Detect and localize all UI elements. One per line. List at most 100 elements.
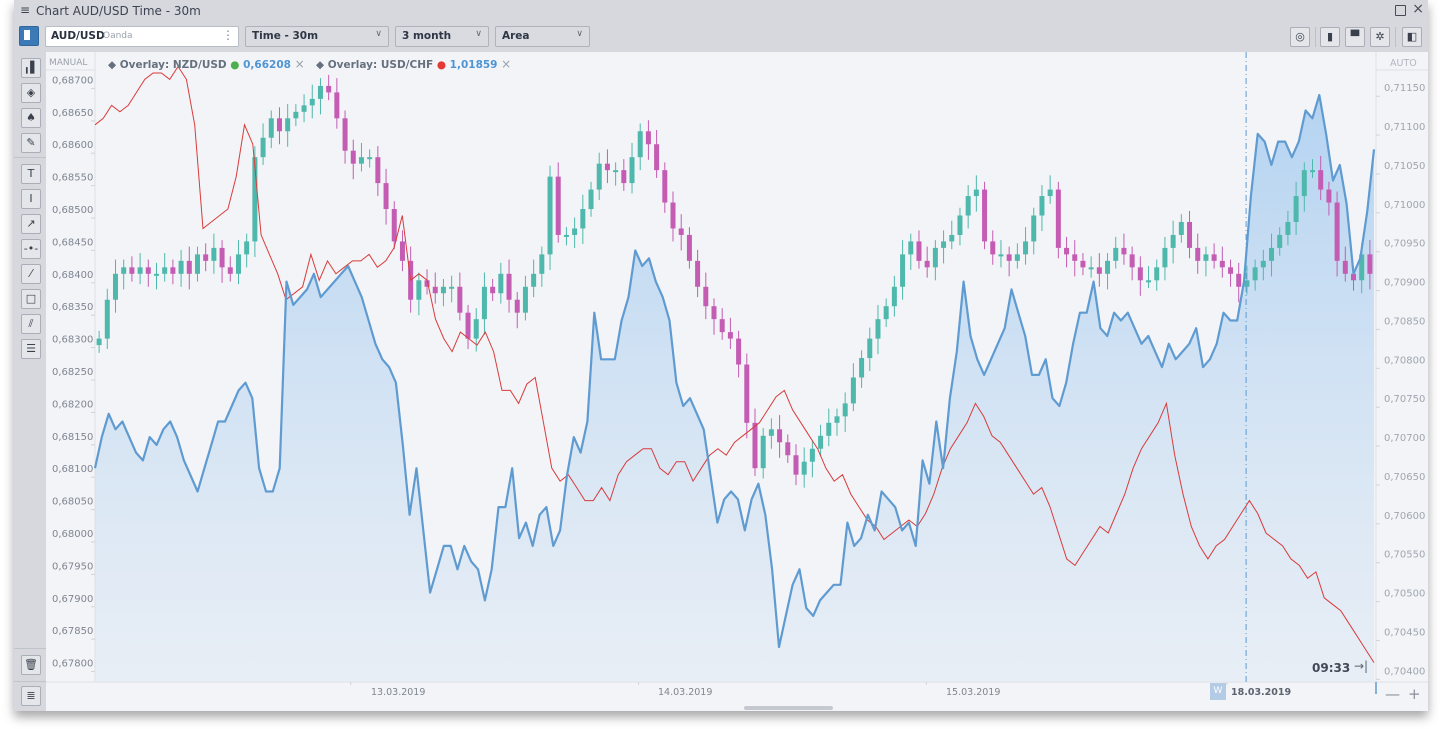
candle-body (162, 267, 168, 274)
left-axis-tick-label: 0,68000 (52, 529, 93, 540)
right-axis-tick-label: 0,71050 (1384, 161, 1425, 172)
price-chart[interactable]: 0,68700 0,68650 0,68600 0,68550 0,68500 0,684… (46, 52, 1428, 711)
right-axis-tick-label: 0,71150 (1384, 83, 1425, 94)
candle-body (1310, 170, 1316, 173)
candle-body (104, 299, 110, 339)
candle-body (965, 196, 971, 216)
candle-body (1014, 254, 1020, 261)
candle-body (506, 273, 512, 300)
maximize-icon[interactable] (1395, 5, 1406, 16)
trash-icon[interactable]: 🗑 (21, 655, 41, 675)
x-tick-label: 15.03.2019 (946, 687, 1001, 698)
rectangle-icon[interactable]: □ (21, 289, 41, 309)
panel-toggle-icon[interactable]: ◧ (1402, 27, 1422, 47)
text-icon[interactable]: T (21, 164, 41, 184)
zoom-in-button[interactable]: + (1408, 685, 1421, 703)
pencil-icon[interactable]: ✎ (21, 133, 41, 153)
candle-body (244, 241, 250, 255)
layers-icon[interactable]: ◈ (21, 83, 41, 103)
overlay-value: 1,01859 (449, 59, 498, 71)
candle-body (580, 209, 586, 229)
zoom-out-button[interactable]: — (1385, 685, 1400, 703)
candle-body (908, 241, 914, 255)
left-axis-tick-label: 0,68350 (52, 302, 93, 313)
timeframe-dropdown[interactable]: Time - 30m ∨ (245, 26, 389, 47)
panel-toggle-button[interactable] (19, 26, 39, 46)
close-icon[interactable]: × (1412, 1, 1424, 17)
candle-body (973, 189, 979, 197)
candle-body (1195, 247, 1201, 261)
left-axis-tick-label: 0,68200 (52, 399, 93, 410)
candle-body (1334, 202, 1340, 261)
symbol-input[interactable]: AUD/USD Oanda ⋮ (45, 26, 239, 47)
right-axis-tick-label: 0,70650 (1384, 472, 1425, 483)
candle-body (645, 131, 651, 145)
green-dot-icon: ● (230, 59, 244, 71)
candle-body (334, 92, 340, 119)
template-icon[interactable]: ▀ (1345, 27, 1365, 47)
layers-icon: ◆ (316, 59, 328, 71)
list-icon[interactable]: ≣ (21, 686, 41, 706)
right-axis-mode[interactable]: AUTO (1390, 58, 1417, 69)
candle-body (1252, 267, 1258, 281)
candle-body (1006, 254, 1012, 261)
remove-overlay-icon[interactable]: × (501, 57, 511, 71)
chart-search-icon[interactable]: ◎ (1290, 27, 1310, 47)
candle-body (670, 202, 676, 229)
candle-body (481, 286, 487, 320)
vertical-dots-icon[interactable]: ⋮ (222, 28, 234, 42)
candle-body (358, 157, 364, 164)
go-to-end-icon[interactable]: →| (1354, 659, 1368, 673)
alert-bell-icon[interactable]: ♠ (21, 108, 41, 128)
arrow-icon[interactable]: ↗ (21, 214, 41, 234)
overlay-label: Overlay: USD/CHF (327, 59, 434, 71)
candle-body (121, 267, 127, 274)
right-axis-tick-label: 0,70400 (1384, 666, 1425, 677)
candle-body (539, 254, 545, 274)
object-list-icon[interactable]: ☰ (21, 339, 41, 359)
candle-body (268, 118, 274, 138)
candle-body (1260, 260, 1266, 268)
parallel-lines-icon[interactable]: ⫽ (21, 314, 41, 334)
left-axis-tick-label: 0,68550 (52, 173, 93, 184)
chart-area[interactable]: 0,68700 0,68650 0,68600 0,68550 0,68500 0,684… (46, 52, 1428, 711)
candle-body (875, 319, 881, 339)
candle-body (1367, 254, 1373, 274)
overlay-label: Overlay: NZD/USD (119, 59, 227, 71)
candle-body (768, 429, 774, 436)
x-tick-label: 14.03.2019 (658, 687, 713, 698)
candle-body (900, 254, 906, 287)
indicators-icon[interactable]: ╻▌ (21, 58, 41, 78)
x-tick-label-selected: 18.03.2019 (1231, 687, 1292, 698)
candle-body (572, 228, 578, 235)
trend-line-icon[interactable]: ⁄ (21, 264, 41, 284)
candle-body (555, 176, 561, 235)
candle-body (1178, 221, 1184, 235)
vertical-line-icon[interactable]: I (21, 189, 41, 209)
mouse-icon[interactable]: ▮ (1320, 27, 1340, 47)
remove-overlay-icon[interactable]: × (295, 57, 305, 71)
hamburger-icon[interactable]: ≡ (20, 3, 30, 17)
red-dot-icon: ● (436, 59, 450, 71)
left-axis-tick-label: 0,68650 (52, 108, 93, 119)
horizontal-line-icon[interactable]: -•- (21, 239, 41, 259)
chart-type-label: Area (502, 30, 530, 42)
layers-icon: ◆ (108, 59, 120, 71)
candle-body (96, 338, 102, 346)
period-dropdown[interactable]: 3 month ∨ (395, 26, 489, 47)
candle-body (711, 306, 717, 320)
candle-body (1187, 221, 1193, 248)
candle-body (695, 260, 701, 287)
candle-body (1228, 267, 1234, 274)
left-axis-mode[interactable]: MANUAL (49, 58, 87, 68)
candle-body (752, 422, 758, 469)
candle-body (309, 98, 315, 106)
candle-body (596, 163, 602, 190)
candle-body (654, 144, 660, 171)
chart-type-dropdown[interactable]: Area ∨ (495, 26, 590, 47)
candle-body (1285, 221, 1291, 235)
gear-icon[interactable]: ✲ (1370, 27, 1390, 47)
candle-body (1031, 215, 1037, 242)
horizontal-scrollbar[interactable] (744, 706, 833, 710)
candle-body (834, 416, 840, 423)
